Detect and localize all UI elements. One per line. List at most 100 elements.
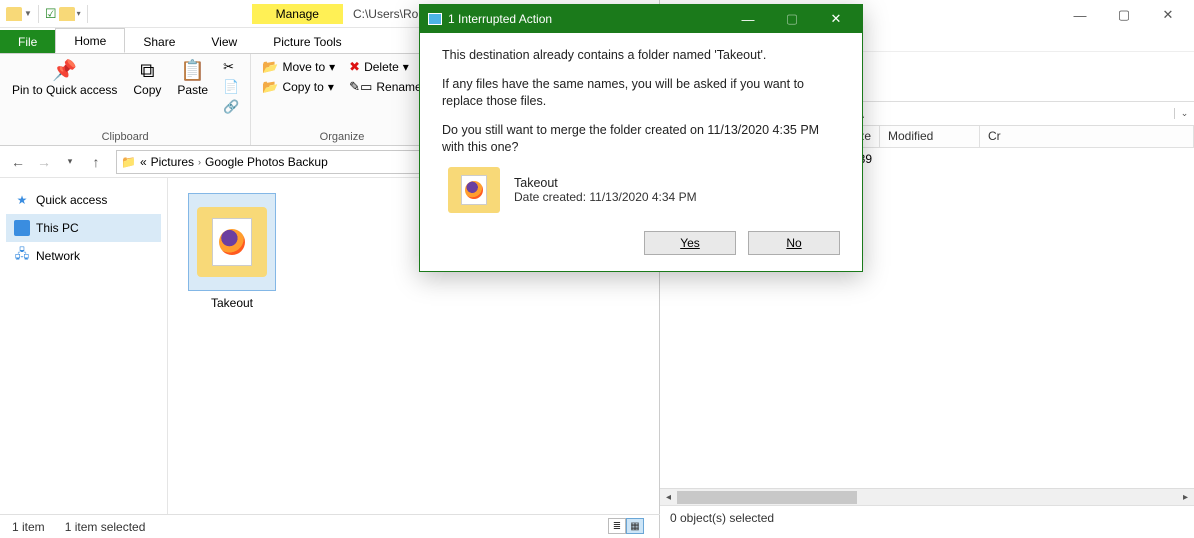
- clipboard-extra: ✂ 📄 🔗: [220, 58, 242, 116]
- rename-label: Rename: [376, 80, 421, 94]
- tab-picture-tools[interactable]: Picture Tools: [255, 30, 359, 53]
- dialog-message-3: Do you still want to merge the folder cr…: [442, 122, 840, 156]
- copy-icon: ⧉: [140, 60, 154, 82]
- pin-label: Pin to Quick access: [12, 84, 117, 97]
- pin-to-quick-access-button[interactable]: 📌 Pin to Quick access: [8, 58, 121, 99]
- move-to-label: Move to: [282, 60, 325, 74]
- dialog-folder-preview: Takeout Date created: 11/13/2020 4:34 PM: [448, 167, 840, 213]
- sidebar-item-label: Network: [36, 249, 80, 263]
- dialog-button-row: Yes No: [442, 231, 840, 255]
- folder-thumbnail: [189, 194, 275, 290]
- horizontal-scrollbar[interactable]: ◂ ▸: [660, 488, 1194, 505]
- new-folder-icon[interactable]: [59, 7, 75, 21]
- status-selected-count: 1 item selected: [65, 520, 146, 534]
- sidebar-item-label: Quick access: [36, 193, 107, 207]
- merge-folders-dialog: 1 Interrupted Action — ▢ ✕ This destinat…: [419, 4, 863, 272]
- folder-icon: [448, 167, 500, 213]
- forward-button[interactable]: →: [32, 150, 56, 174]
- group-label: Organize: [259, 129, 424, 143]
- copy-to-label: Copy to: [282, 80, 323, 94]
- scroll-left-button[interactable]: ◂: [660, 492, 677, 503]
- column-created[interactable]: Cr: [980, 126, 1194, 147]
- column-modified[interactable]: Modified: [880, 126, 980, 147]
- copy-to-icon: 📂: [262, 79, 278, 95]
- breadcrumb-pictures[interactable]: Pictures: [151, 155, 194, 169]
- firefox-icon: [219, 229, 245, 255]
- group-label: Clipboard: [8, 129, 242, 143]
- details-view-button[interactable]: ≣: [608, 518, 626, 534]
- dialog-window-controls: — ▢ ✕: [726, 6, 858, 32]
- sidebar-item-label: This PC: [36, 221, 79, 235]
- chevron-down-icon[interactable]: ▾: [77, 9, 81, 18]
- breadcrumb-prefix[interactable]: «: [140, 155, 147, 169]
- close-button[interactable]: ✕: [1146, 1, 1190, 29]
- tab-home[interactable]: Home: [55, 28, 125, 53]
- properties-icon[interactable]: ☑: [45, 6, 57, 22]
- paste-shortcut-button[interactable]: 🔗: [220, 98, 242, 116]
- pin-icon: 📌: [52, 60, 77, 82]
- view-toggle: ≣ ▦: [608, 518, 644, 534]
- folder-icon: 📁: [121, 155, 136, 169]
- copy-path-icon: 📄: [223, 79, 239, 95]
- shortcut-icon: 🔗: [223, 99, 239, 115]
- paste-button[interactable]: 📋 Paste: [173, 58, 212, 99]
- quick-access-icon: [14, 192, 30, 208]
- dialog-message-2: If any files have the same names, you wi…: [442, 76, 840, 110]
- back-button[interactable]: ←: [6, 150, 30, 174]
- chevron-down-icon: ▾: [329, 60, 335, 74]
- delete-icon: ✖: [349, 59, 360, 75]
- tab-share[interactable]: Share: [125, 30, 193, 53]
- chevron-down-icon[interactable]: ▼: [24, 9, 32, 18]
- yes-button[interactable]: Yes: [644, 231, 736, 255]
- sidebar-item-this-pc[interactable]: This PC: [6, 214, 161, 242]
- delete-label: Delete: [364, 60, 399, 74]
- sidebar-item-network[interactable]: Network: [6, 242, 161, 270]
- delete-button[interactable]: ✖ Delete ▾: [346, 58, 425, 76]
- thumbnails-view-button[interactable]: ▦: [626, 518, 644, 534]
- no-button[interactable]: No: [748, 231, 840, 255]
- dialog-close-button[interactable]: ✕: [814, 6, 858, 32]
- status-selected: 0 object(s) selected: [670, 511, 774, 525]
- dialog-body: This destination already contains a fold…: [420, 33, 862, 271]
- manage-contextual-tab[interactable]: Manage: [252, 4, 343, 24]
- tab-view[interactable]: View: [193, 30, 255, 53]
- folder-item-takeout[interactable]: Takeout: [184, 194, 280, 310]
- copy-button[interactable]: ⧉ Copy: [129, 58, 165, 99]
- scroll-right-button[interactable]: ▸: [1177, 492, 1194, 503]
- status-item-count: 1 item: [12, 520, 45, 534]
- dialog-titlebar[interactable]: 1 Interrupted Action — ▢ ✕: [420, 5, 862, 33]
- archive-status-bar: 0 object(s) selected: [660, 505, 1194, 529]
- tab-file[interactable]: File: [0, 30, 55, 53]
- firefox-icon: [465, 181, 483, 199]
- minimize-button[interactable]: —: [1058, 1, 1102, 29]
- ribbon-group-clipboard: 📌 Pin to Quick access ⧉ Copy 📋 Paste ✂ 📄…: [0, 54, 251, 145]
- breadcrumb-backup[interactable]: Google Photos Backup: [205, 155, 328, 169]
- chevron-right-icon[interactable]: ›: [198, 157, 201, 167]
- dialog-title: 1 Interrupted Action: [448, 12, 552, 26]
- window-controls: — ▢ ✕: [1058, 1, 1190, 29]
- copy-label: Copy: [133, 84, 161, 97]
- dialog-minimize-button[interactable]: —: [726, 6, 770, 32]
- this-pc-icon: [14, 220, 30, 236]
- move-to-button[interactable]: 📂Move to ▾: [259, 58, 338, 76]
- chevron-down-icon[interactable]: ⌄: [1174, 108, 1194, 119]
- folder-name: Takeout: [211, 296, 253, 310]
- dialog-icon: [428, 13, 442, 25]
- rename-button[interactable]: ✎▭ Rename: [346, 78, 425, 96]
- maximize-button[interactable]: ▢: [1102, 1, 1146, 29]
- chevron-down-icon: ▾: [403, 60, 409, 74]
- dialog-maximize-button[interactable]: ▢: [770, 6, 814, 32]
- copy-path-button[interactable]: 📄: [220, 78, 242, 96]
- copy-to-button[interactable]: 📂 Copy to ▾: [259, 78, 338, 96]
- quick-access-toolbar: ▼ ☑ ▾: [0, 5, 92, 23]
- sidebar-item-quick-access[interactable]: Quick access: [6, 186, 161, 214]
- recent-locations-button[interactable]: ▾: [58, 150, 82, 174]
- up-button[interactable]: ↑: [84, 150, 108, 174]
- scroll-thumb[interactable]: [677, 491, 857, 504]
- chevron-down-icon: ▾: [328, 80, 334, 94]
- cut-button[interactable]: ✂: [220, 58, 242, 76]
- paste-icon: 📋: [180, 60, 205, 82]
- rename-icon: ✎▭: [349, 79, 372, 95]
- dialog-message-1: This destination already contains a fold…: [442, 47, 840, 64]
- cut-icon: ✂: [223, 59, 234, 75]
